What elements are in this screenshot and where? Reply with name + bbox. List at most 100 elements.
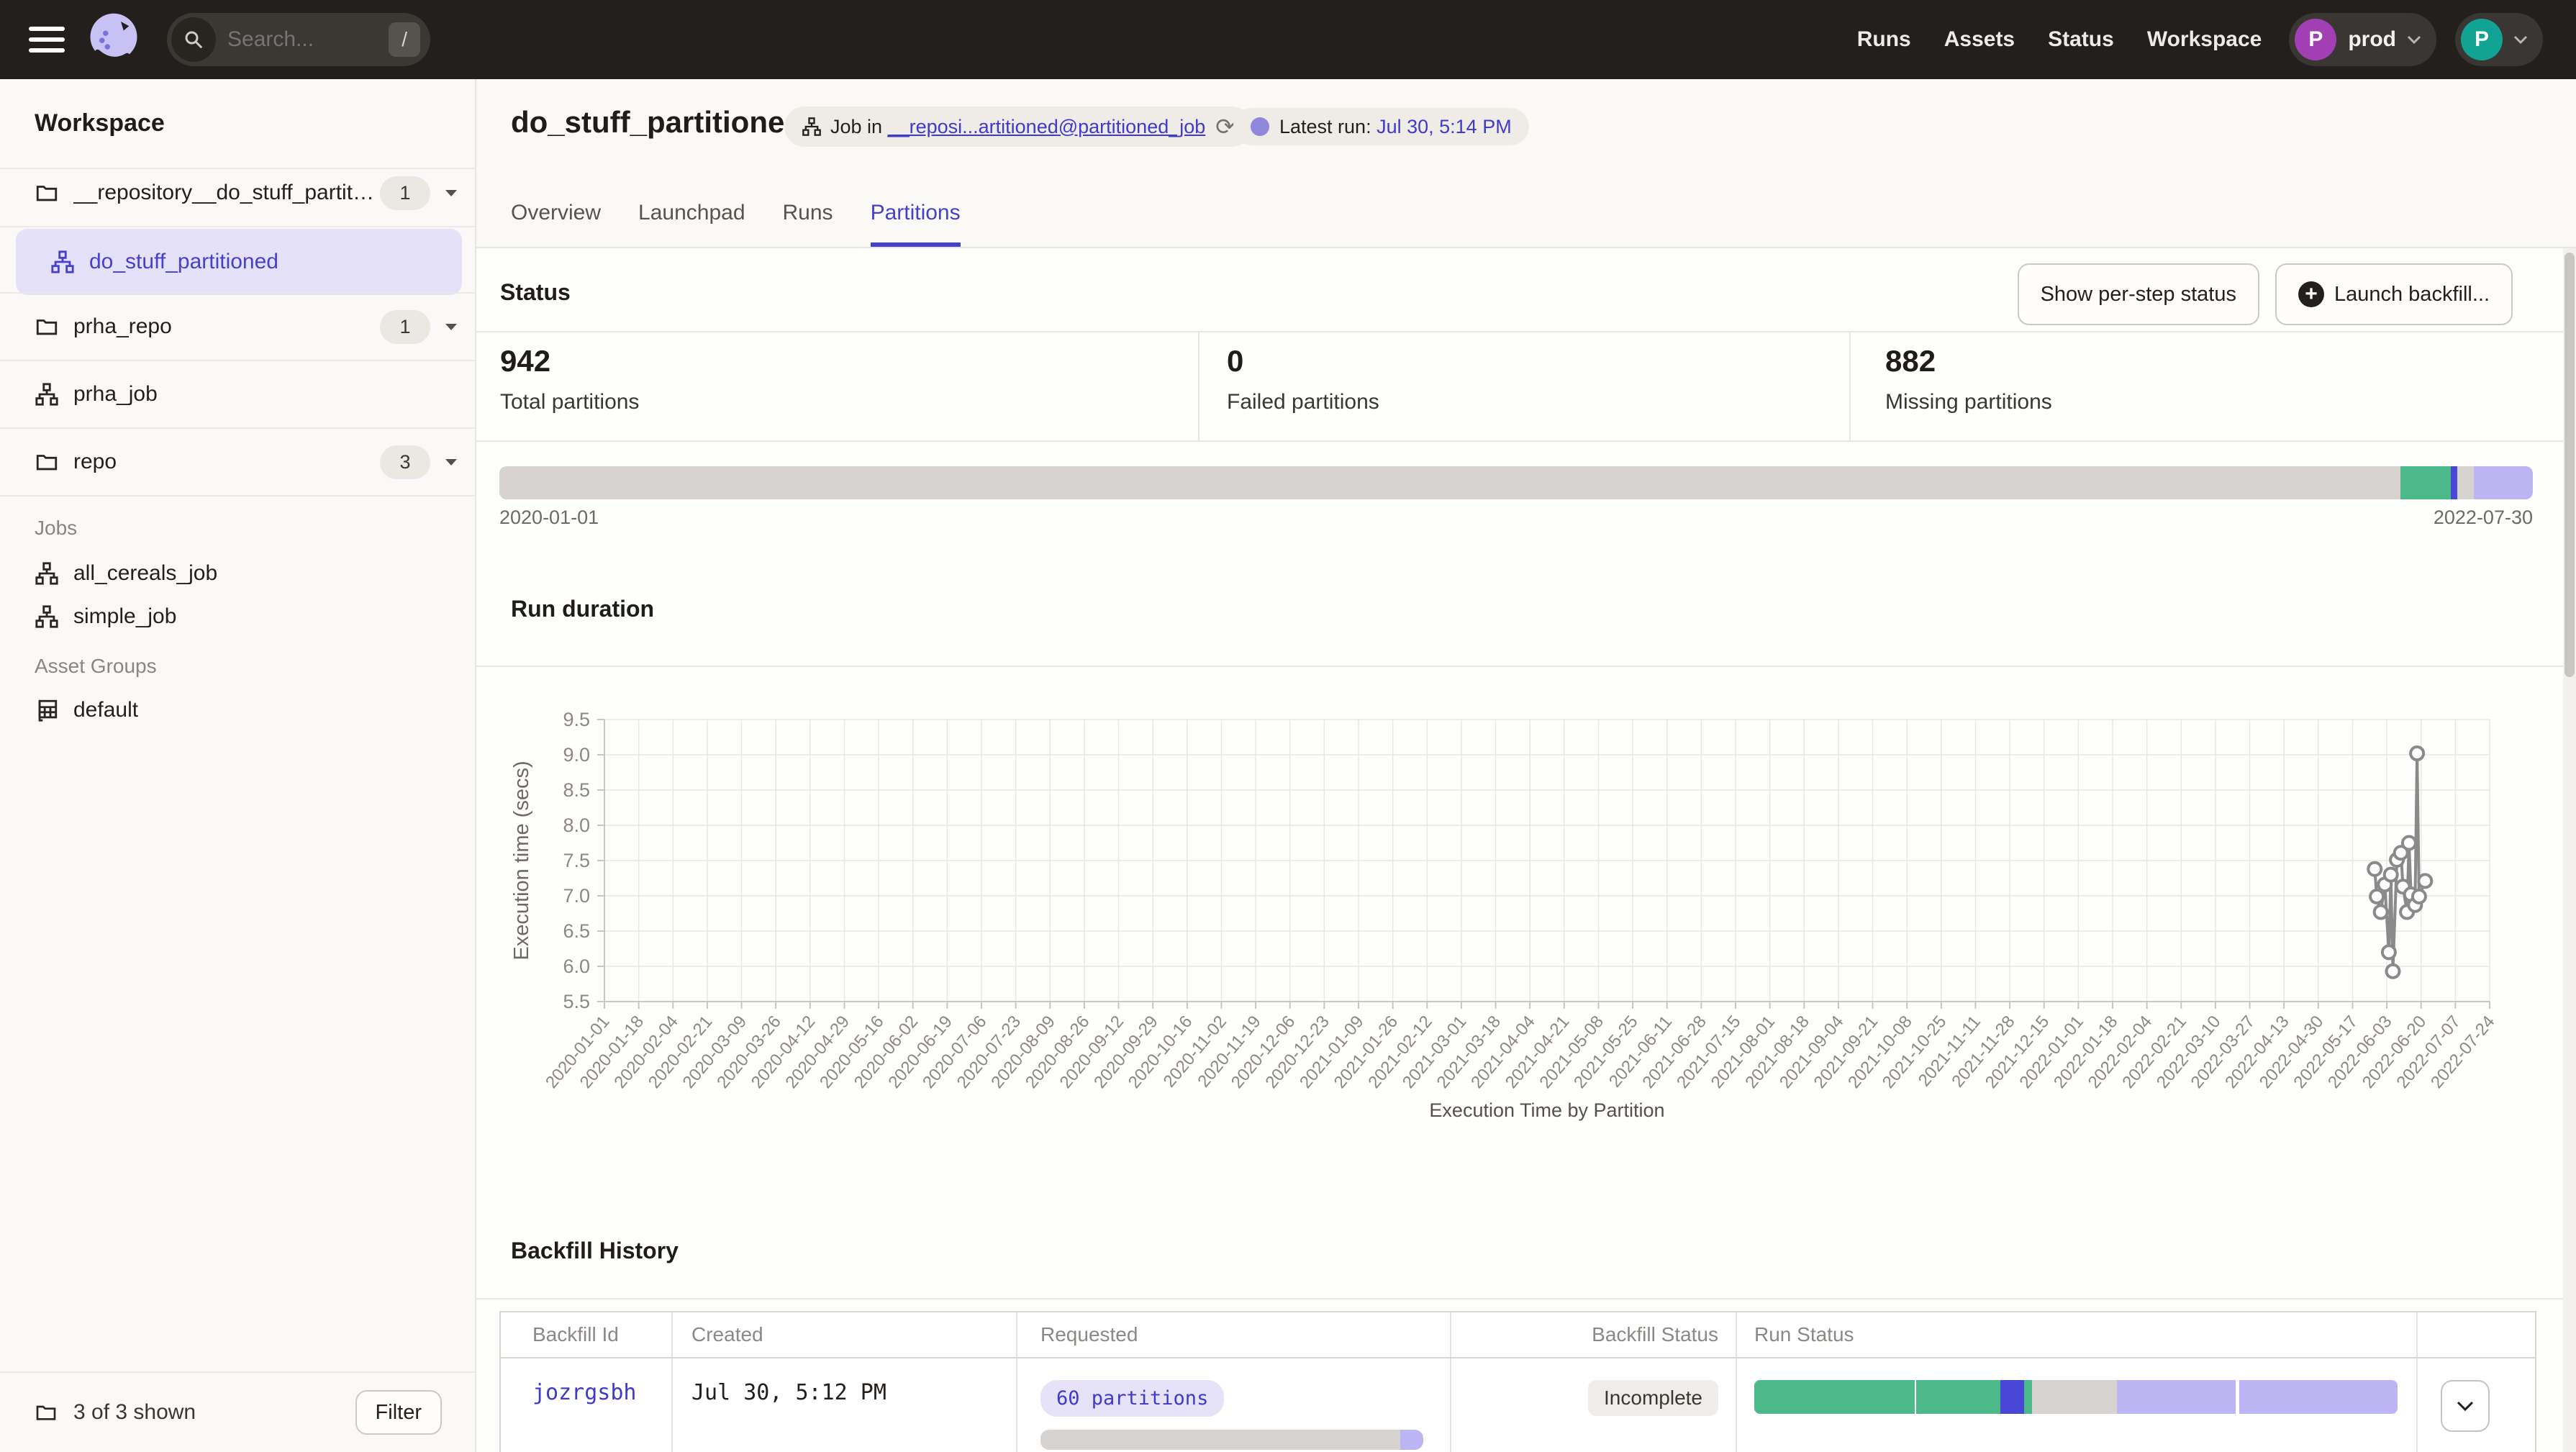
bar-segment: [2117, 1380, 2235, 1414]
chevron-down-icon: [2456, 1400, 2475, 1412]
shown-count: 3 of 3 shown: [73, 1400, 196, 1425]
show-per-step-status-button[interactable]: Show per-step status: [2018, 263, 2259, 325]
sidebar-item-label: all_cereals_job: [73, 561, 217, 586]
sidebar-item-simple-job[interactable]: simple_job: [0, 591, 475, 642]
latest-run-link[interactable]: Jul 30, 5:14 PM: [1377, 116, 1512, 138]
divider: [0, 495, 475, 496]
job-header: do_stuff_partitioned Job in __reposi...a…: [476, 79, 2576, 248]
run-status-dot: [1251, 117, 1269, 136]
data-point[interactable]: [2413, 890, 2426, 903]
launch-backfill-label: Launch backfill...: [2334, 283, 2490, 307]
search-input[interactable]: [226, 27, 389, 53]
sidebar-item-prha-repo[interactable]: prha_repo 1: [0, 294, 475, 360]
partition-end-date: 2022-07-30: [2434, 507, 2533, 529]
y-tick-label: 8.5: [563, 779, 590, 801]
data-point[interactable]: [2385, 868, 2398, 881]
column-header-actions: [2418, 1312, 2512, 1357]
column-header-created: Created: [673, 1312, 1017, 1357]
caret-down-icon[interactable]: [443, 322, 459, 332]
data-point[interactable]: [2403, 837, 2416, 850]
vertical-scrollbar[interactable]: [2563, 248, 2576, 1452]
status-buttons: Show per-step status + Launch backfill..…: [2018, 263, 2513, 325]
sidebar-item-label: simple_job: [73, 604, 176, 629]
bar-segment: [1754, 1380, 1915, 1414]
bar-segment: [2032, 1380, 2117, 1414]
backfill-id-link[interactable]: jozrgsbh: [532, 1380, 637, 1405]
requested-progress-bar: [1040, 1430, 1423, 1450]
launch-backfill-button[interactable]: + Launch backfill...: [2275, 263, 2513, 325]
menu-icon[interactable]: [29, 27, 65, 53]
sidebar-item-label: __repository__do_stuff_partitio...: [73, 181, 376, 205]
repository-link[interactable]: __reposi...artitioned@partitioned_job: [888, 116, 1206, 138]
bar-segment: [499, 466, 2400, 499]
nav-link-workspace[interactable]: Workspace: [2147, 27, 2262, 52]
tab-runs[interactable]: Runs: [783, 201, 833, 247]
sidebar-item-repo[interactable]: repo 3: [0, 429, 475, 495]
refresh-icon[interactable]: ⟳: [1215, 113, 1235, 140]
nav-link-status[interactable]: Status: [2048, 27, 2114, 52]
data-point[interactable]: [2368, 863, 2381, 876]
column-header-requested: Requested: [1017, 1312, 1451, 1357]
stat-label: Total partitions: [500, 390, 639, 414]
caret-down-icon[interactable]: [443, 188, 459, 198]
deployment-switcher[interactable]: P prod: [2289, 13, 2436, 66]
backfill-table: Backfill Id Created Requested Backfill S…: [499, 1311, 2536, 1452]
jobs-section-label: Jobs: [35, 517, 77, 540]
job-icon: [35, 604, 59, 629]
data-point[interactable]: [2370, 890, 2383, 903]
sidebar-item-do-stuff-partitioned[interactable]: do_stuff_partitioned: [16, 229, 462, 295]
sidebar-item-default-group[interactable]: default: [0, 685, 475, 735]
top-nav: / Runs Assets Status Workspace P prod P: [0, 0, 2576, 79]
search-box[interactable]: /: [167, 13, 430, 66]
job-icon: [802, 117, 822, 137]
data-point[interactable]: [2418, 874, 2431, 887]
requested-partitions-badge[interactable]: 60 partitions: [1040, 1380, 1224, 1417]
sidebar-item-repository[interactable]: __repository__do_stuff_partitio... 1: [0, 160, 475, 226]
caret-down-icon[interactable]: [443, 457, 459, 467]
data-point[interactable]: [2386, 965, 2399, 978]
stat-total-partitions: 942 Total partitions: [500, 344, 639, 414]
partition-status-bar[interactable]: [499, 466, 2533, 499]
tab-overview[interactable]: Overview: [511, 201, 601, 247]
page-title: do_stuff_partitioned: [511, 105, 803, 140]
search-icon: [171, 17, 216, 62]
expand-row-button[interactable]: [2441, 1380, 2490, 1432]
deployment-name: prod: [2348, 27, 2396, 52]
run-duration-chart[interactable]: 2020-01-012020-01-182020-02-042020-02-21…: [476, 684, 2576, 1173]
filter-button[interactable]: Filter: [355, 1390, 442, 1435]
column-header-backfill-id: Backfill Id: [501, 1312, 673, 1357]
chevron-down-icon: [2406, 35, 2422, 45]
y-tick-label: 6.0: [563, 956, 590, 977]
folder-icon: [35, 314, 59, 339]
sidebar-title: Workspace: [35, 109, 165, 137]
backfill-status-chip: Incomplete: [1588, 1380, 1718, 1416]
stat-value: 942: [500, 344, 639, 378]
job-icon: [50, 250, 75, 274]
user-menu[interactable]: P: [2455, 13, 2543, 66]
bar-segment: [2457, 466, 2474, 499]
asset-group-icon: [35, 698, 59, 722]
job-in-label: Job in: [830, 116, 882, 138]
y-tick-label: 8.0: [563, 815, 590, 836]
sidebar-item-label: prha_repo: [73, 314, 172, 339]
divider: [1198, 331, 1199, 440]
dagster-logo-icon[interactable]: [85, 9, 142, 70]
sidebar-footer: 3 of 3 shown Filter: [0, 1371, 475, 1452]
tab-launchpad[interactable]: Launchpad: [638, 201, 745, 247]
run-status-bar[interactable]: [1754, 1380, 2398, 1414]
job-origin-pill: Job in __reposi...artitioned@partitioned…: [784, 106, 1252, 147]
sidebar-item-label: default: [73, 698, 138, 722]
scrollbar-thumb[interactable]: [2564, 253, 2575, 677]
job-tabs: Overview Launchpad Runs Partitions: [511, 201, 961, 247]
data-point[interactable]: [2382, 945, 2395, 958]
partition-start-date: 2020-01-01: [499, 507, 599, 529]
data-point[interactable]: [2411, 747, 2423, 760]
user-avatar: P: [2461, 19, 2503, 60]
created-timestamp: Jul 30, 5:12 PM: [691, 1380, 886, 1405]
tab-partitions[interactable]: Partitions: [871, 201, 961, 247]
sidebar-item-prha-job[interactable]: prha_job: [0, 361, 475, 427]
data-point[interactable]: [2375, 906, 2387, 919]
nav-link-assets[interactable]: Assets: [1944, 27, 2015, 52]
sidebar-item-label: do_stuff_partitioned: [89, 250, 278, 274]
nav-link-runs[interactable]: Runs: [1857, 27, 1911, 52]
